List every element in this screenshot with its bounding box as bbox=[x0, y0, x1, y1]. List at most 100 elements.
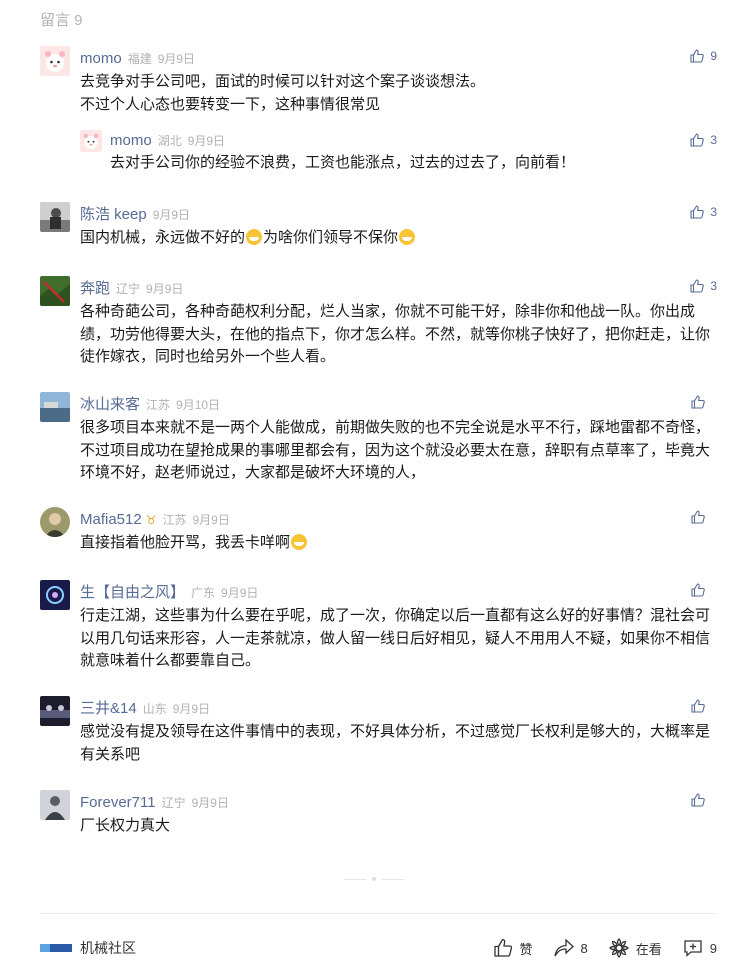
comment-location: 广东 bbox=[191, 586, 216, 600]
avatar[interactable] bbox=[80, 130, 102, 152]
avatar[interactable] bbox=[40, 46, 70, 76]
comment-date: 9月9日 bbox=[187, 134, 226, 148]
thumbs-up-icon bbox=[690, 205, 705, 219]
zodiac-badge-icon: ♉ bbox=[145, 513, 157, 527]
comment: 陈浩 keep 9月9日 3 国内机械，永远做不好的 为啥你们领导不保你 bbox=[40, 202, 717, 252]
comment-date: 9月9日 bbox=[192, 513, 230, 527]
like-article-button[interactable]: 赞 bbox=[492, 937, 533, 959]
comment-like-button[interactable]: 9 bbox=[689, 48, 717, 64]
comment: 三井&14 山东 9月9日 感觉没有提及领导在这件事情中的表现，不好具体分析，不过感… bbox=[40, 696, 717, 764]
comment-author[interactable]: 陈浩 keep bbox=[80, 206, 147, 223]
article-footer-bar: 机械社区 赞 8 在看 9 bbox=[40, 936, 717, 960]
comment-meta: Forever711 辽宁 9月9日 bbox=[80, 794, 229, 812]
avatar[interactable] bbox=[40, 276, 70, 306]
avatar[interactable] bbox=[40, 580, 70, 610]
comment-meta: Mafia512 ♉ 江苏 9月9日 bbox=[80, 511, 230, 529]
avatar[interactable] bbox=[40, 696, 70, 726]
comment-author[interactable]: 生【自由之风】 bbox=[80, 584, 185, 601]
comment-location: 湖北 bbox=[157, 134, 182, 148]
comment-location: 福建 bbox=[127, 52, 152, 66]
comment: 奔跑 辽宁 9月9日 3 各种奇葩公司，各种奇葩权利分配，烂人当家，你就不可能干好，… bbox=[40, 276, 717, 366]
thumbs-up-icon bbox=[690, 49, 705, 63]
watching-button[interactable]: 在看 bbox=[608, 937, 662, 959]
comment-meta: momo 湖北 9月9日 bbox=[110, 132, 225, 150]
thumbs-up-icon bbox=[690, 133, 705, 147]
comment-text: 很多项目本来就不是一两个人能做成，前期做失败的也不完全说是水平不行，踩地雷都不奇… bbox=[80, 419, 711, 481]
share-count: 8 bbox=[580, 940, 588, 956]
comment-text: 感觉没有提及领导在这件事情中的表现，不好具体分析，不过感觉厂长权利是够大的，大概… bbox=[80, 723, 711, 763]
account-logo-icon bbox=[40, 944, 72, 952]
comment-meta: 奔跑 辽宁 9月9日 bbox=[80, 280, 183, 298]
comment-author[interactable]: 奔跑 bbox=[80, 280, 110, 297]
comment-button[interactable]: 9 bbox=[682, 937, 717, 959]
thumbs-up-icon bbox=[691, 395, 705, 409]
share-icon bbox=[553, 938, 574, 957]
like-count: 9 bbox=[710, 49, 717, 63]
grin-emoji-icon bbox=[399, 229, 416, 245]
comment-like-button[interactable]: 3 bbox=[689, 132, 717, 148]
comment-location: 江苏 bbox=[146, 398, 171, 412]
comment: 生【自由之风】 广东 9月9日 行走江湖，这些事为什么要在乎呢，成了一次，你确定以后… bbox=[40, 580, 717, 670]
comment-date: 9月9日 bbox=[152, 208, 191, 222]
comment-date: 9月9日 bbox=[146, 282, 184, 296]
comment-text: 行走江湖，这些事为什么要在乎呢，成了一次，你确定以后一直都有这么好的好事情？混社… bbox=[80, 607, 711, 669]
like-count: 3 bbox=[710, 133, 717, 147]
footer-actions: 赞 8 在看 9 bbox=[472, 937, 717, 959]
comment-like-button[interactable] bbox=[690, 698, 717, 714]
thumbs-up-icon bbox=[493, 938, 512, 957]
watching-label: 在看 bbox=[635, 941, 662, 957]
avatar[interactable] bbox=[40, 202, 70, 232]
avatar[interactable] bbox=[40, 507, 70, 537]
thumbs-up-icon bbox=[691, 583, 705, 597]
comment-text: 去对手公司你的经验不浪费，工资也能涨点，过去的过去了，向前看！ bbox=[110, 154, 576, 171]
comment-text: 直接指着他脸开骂，我丢卡咩啊 bbox=[80, 532, 717, 555]
avatar[interactable] bbox=[40, 392, 70, 422]
comment-author[interactable]: 冰山来客 bbox=[80, 396, 140, 413]
thumbs-up-icon bbox=[691, 510, 705, 524]
share-button[interactable]: 8 bbox=[553, 937, 588, 959]
comment-like-button[interactable] bbox=[690, 582, 717, 598]
comment-date: 9月10日 bbox=[176, 398, 221, 412]
comment: Forever711 辽宁 9月9日 厂长权力真大 bbox=[40, 790, 717, 838]
laugh-cry-emoji-icon bbox=[291, 534, 308, 550]
like-label: 赞 bbox=[519, 941, 533, 957]
thumbs-up-icon bbox=[691, 793, 705, 807]
grin-emoji-icon bbox=[246, 229, 263, 245]
comment-reply: momo 湖北 9月9日 3 去对手公司你的经验不浪费，工资也能涨点，过去的过去了，… bbox=[80, 130, 717, 178]
comment-location: 山东 bbox=[142, 702, 167, 716]
comment-date: 9月9日 bbox=[191, 796, 229, 810]
like-count: 3 bbox=[710, 279, 717, 293]
comment-like-button[interactable]: 3 bbox=[689, 204, 717, 220]
like-count: 3 bbox=[710, 205, 717, 219]
comment-author[interactable]: 三井&14 bbox=[80, 700, 137, 717]
comment-meta: 三井&14 山东 9月9日 bbox=[80, 700, 210, 718]
comment-text: 厂长权力真大 bbox=[80, 817, 171, 834]
comment-date: 9月9日 bbox=[157, 52, 196, 66]
comment-author[interactable]: Mafia512 bbox=[80, 511, 142, 528]
comment-like-button[interactable]: 3 bbox=[689, 278, 717, 294]
comment: momo 福建 9月9日 9 去竞争对手公司吧，面试的时候可以针对这个案子谈谈想法。… bbox=[40, 46, 717, 116]
comment-text: 各种奇葩公司，各种奇葩权利分配，烂人当家，你就不可能干好，除非你和他战一队。你出… bbox=[80, 303, 711, 365]
comment-meta: 生【自由之风】 广东 9月9日 bbox=[80, 584, 258, 602]
comment-meta: 冰山来客 江苏 9月10日 bbox=[80, 396, 220, 414]
comment-location: 江苏 bbox=[162, 513, 187, 527]
comment-like-button[interactable] bbox=[690, 509, 717, 525]
thumbs-up-icon bbox=[690, 279, 705, 293]
comment-author[interactable]: momo bbox=[110, 132, 152, 149]
footer-divider bbox=[40, 913, 717, 914]
comment: Mafia512 ♉ 江苏 9月9日 直接指着他脸开骂，我丢卡咩啊 bbox=[40, 507, 717, 557]
comment-text: 国内机械，永远做不好的 为啥你们领导不保你 bbox=[80, 227, 717, 250]
account-name[interactable]: 机械社区 bbox=[80, 938, 136, 958]
comment-location: 辽宁 bbox=[116, 282, 141, 296]
comment-author[interactable]: momo bbox=[80, 50, 122, 67]
comment-date: 9月9日 bbox=[172, 702, 211, 716]
comment-add-icon bbox=[684, 940, 702, 957]
comment-like-button[interactable] bbox=[690, 394, 717, 410]
comment-count: 9 bbox=[709, 940, 717, 956]
comment-author[interactable]: Forever711 bbox=[80, 794, 156, 811]
avatar[interactable] bbox=[40, 790, 70, 820]
end-of-list-divider bbox=[344, 877, 404, 881]
comment-like-button[interactable] bbox=[690, 792, 717, 808]
flower-icon bbox=[608, 938, 629, 958]
comment-meta: momo 福建 9月9日 bbox=[80, 50, 195, 68]
